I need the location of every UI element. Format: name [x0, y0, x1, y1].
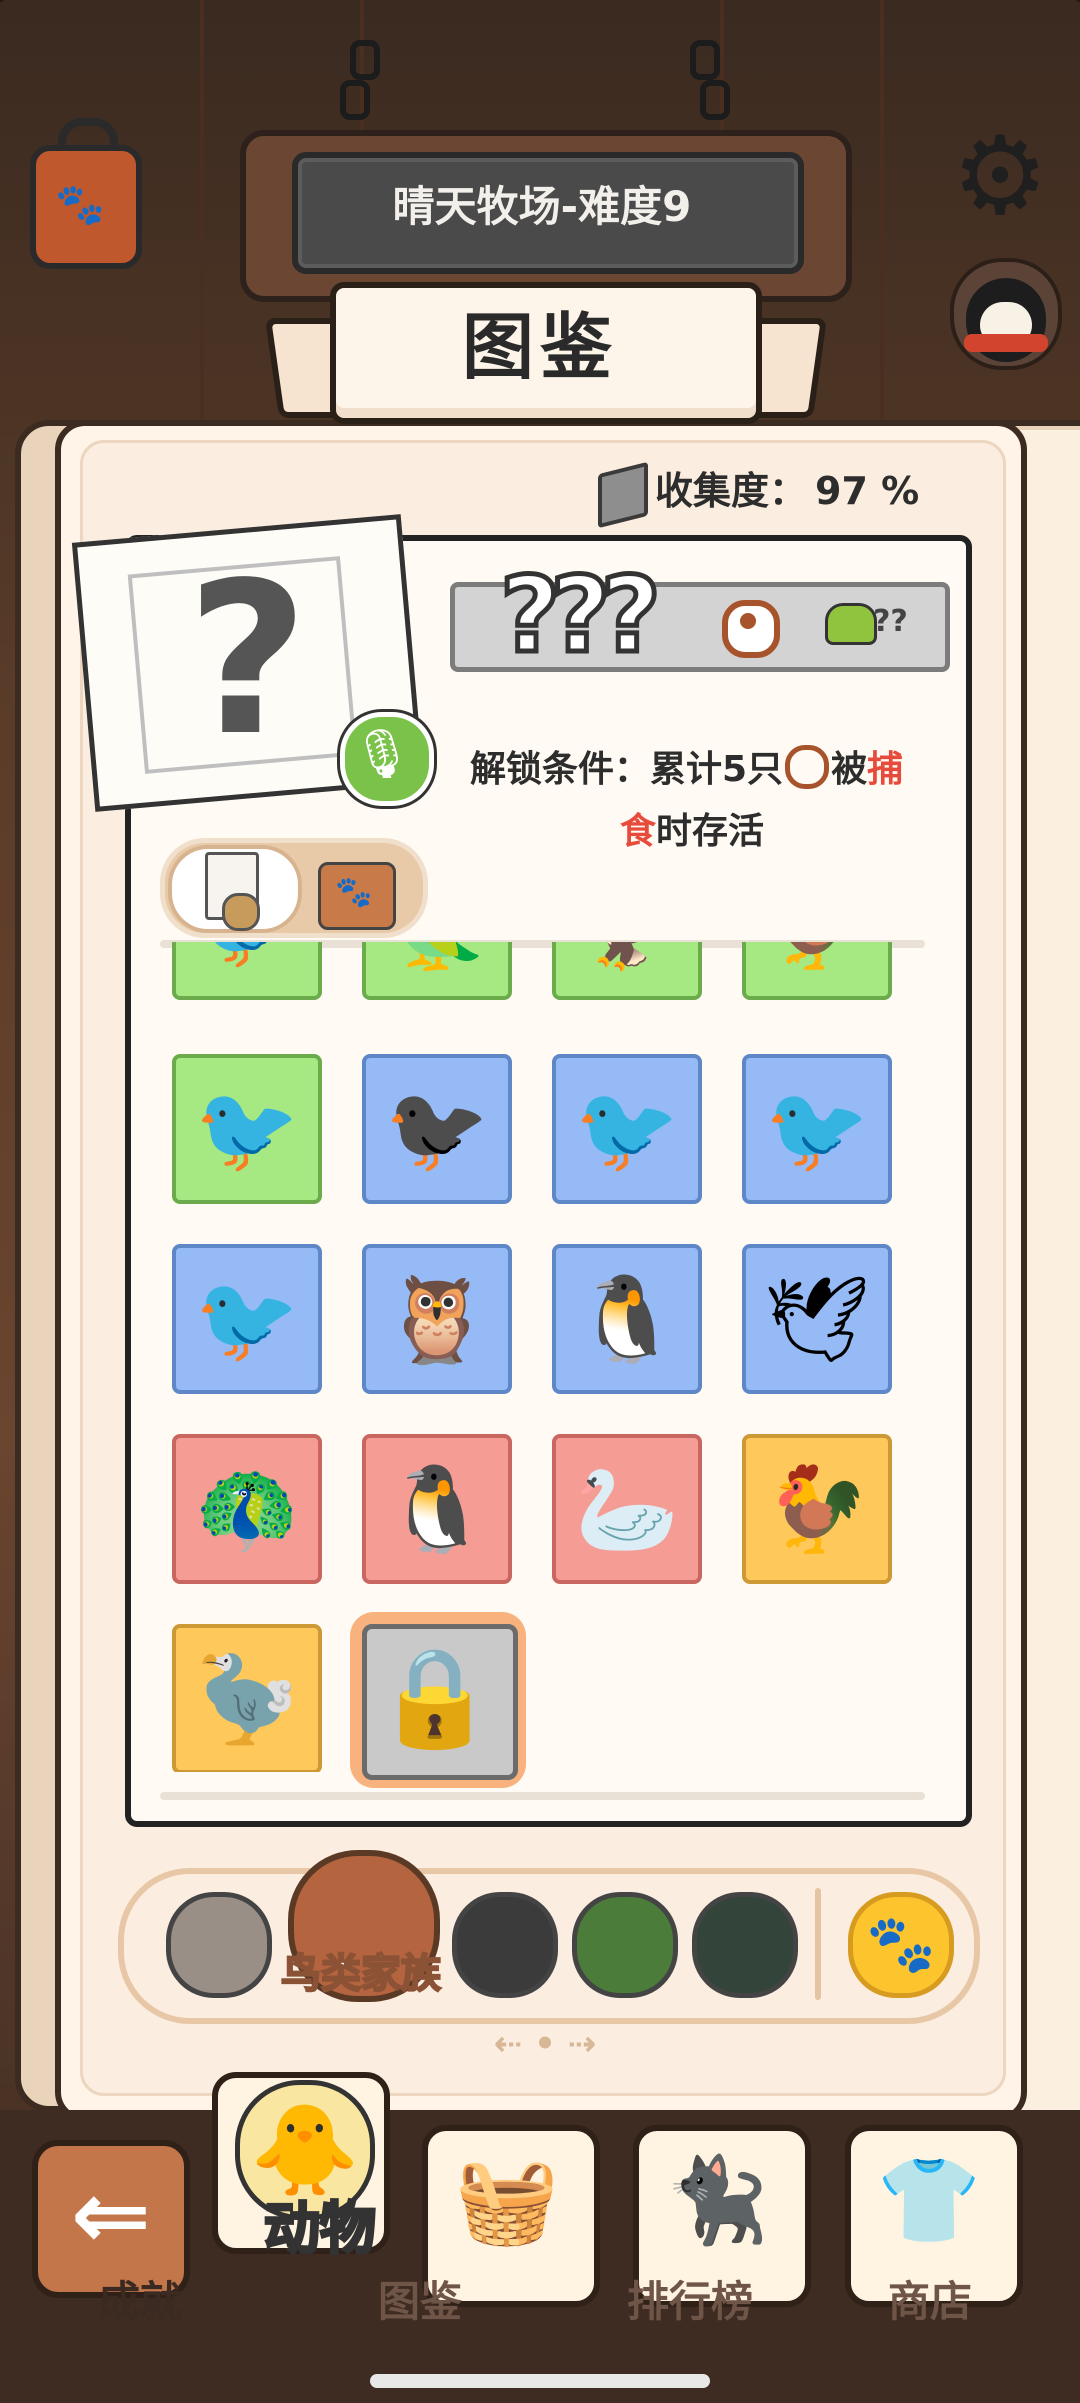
animal-cell-parrot[interactable]: 🦜	[362, 942, 512, 1000]
unlock-condition-suffix: 时存活	[656, 811, 765, 852]
chain-link	[350, 40, 380, 80]
animal-cell-pelican[interactable]: 🦢	[552, 1434, 702, 1584]
gear-icon[interactable]: ⚙	[948, 123, 1052, 231]
nav-animals-label: 动物	[263, 2197, 378, 2262]
pelican-icon: 🦢	[574, 1460, 680, 1558]
chain-link	[690, 40, 720, 80]
snowy-owl-icon: 🕊	[763, 1270, 871, 1368]
egg-icon-dot	[740, 613, 756, 629]
blue-phoenix-icon: 🦤	[194, 1650, 300, 1748]
animal-cell-baby-penguin[interactable]: 🐧	[552, 1244, 702, 1394]
animal-name: ???	[498, 554, 664, 676]
egg-icon	[785, 745, 830, 789]
animal-cell-penguin[interactable]: 🐧	[362, 1434, 512, 1584]
microphone-icon[interactable]: 🎙	[340, 712, 424, 796]
baby-penguin-icon: 🐧	[574, 1270, 680, 1368]
category-separator	[815, 1888, 821, 2000]
paw-icon: 🐾	[335, 875, 373, 910]
fire-rooster-icon: 🐓	[764, 1460, 870, 1558]
animal-cell-rooster[interactable]: 🐓	[742, 942, 892, 1000]
unlock-condition-highlight: 捕	[867, 749, 904, 790]
basket-icon: 🧺	[454, 2151, 560, 2249]
animal-cell-ostrich[interactable]: 🐦	[172, 1244, 322, 1394]
eagle-icon: 🦅	[556, 942, 698, 996]
avatar[interactable]	[950, 258, 1062, 370]
rooster-icon: 🐓	[746, 942, 888, 996]
animal-cell-grey-bird[interactable]: 🐦	[172, 942, 322, 1000]
collection-label: 收集度：	[655, 469, 808, 513]
food-count: ??	[873, 604, 908, 639]
category-paw-icon[interactable]: 🐾	[848, 1892, 954, 1998]
chain-link	[700, 80, 730, 120]
home-indicator[interactable]	[370, 2374, 710, 2388]
unlock-condition: 解锁条件：累计5只 被捕	[470, 740, 903, 800]
penguin-scarf	[964, 334, 1048, 352]
medal-icon	[222, 893, 260, 931]
egg-icon	[722, 600, 780, 658]
collection-value: 97 %	[815, 469, 920, 513]
animal-cell-magpie[interactable]: 🐦‍⬛	[362, 1054, 512, 1204]
unlock-condition-prefix: 解锁条件：累计5只	[470, 749, 784, 790]
nav-achievements-label[interactable]: 成就	[60, 2272, 220, 2332]
unlock-condition-mid: 被	[831, 749, 868, 790]
category-active-label: 鸟类家族	[280, 1950, 442, 1998]
chain-link	[340, 80, 370, 120]
wall-plank	[880, 0, 884, 460]
magpie-icon: 🐦‍⬛	[384, 1080, 490, 1178]
puffin-icon: 🐦	[194, 1080, 300, 1178]
unlock-condition-highlight: 食	[620, 811, 657, 852]
farm-title: 晴天牧场-难度9	[392, 182, 692, 231]
banner-title: 图鉴	[461, 305, 618, 389]
owl-icon: 🦉	[384, 1270, 490, 1368]
nav-ranking-label: 排行榜	[626, 2277, 753, 2326]
category-shark-icon[interactable]	[452, 1892, 558, 1998]
animal-cell-blue-phoenix[interactable]: 🦤	[172, 1624, 322, 1772]
animal-cell-snowy-owl[interactable]: 🕊	[742, 1244, 892, 1394]
penguin-icon: 🐧	[384, 1460, 490, 1558]
unknown-animal-question-mark: ?	[186, 537, 309, 782]
unlock-condition-line2: 食时存活	[620, 802, 764, 862]
animal-cell-toucan[interactable]: 🐦	[742, 1054, 892, 1204]
animal-cell-peacock[interactable]: 🦚	[172, 1434, 322, 1584]
parrot-icon: 🦜	[366, 942, 508, 996]
nav-collection-label: 图鉴	[377, 2277, 462, 2326]
animal-grid: 🐦 🦜 🦅 🐓 🐦 🐦‍⬛ 🐦 🐦 🐦 🦉 🐧 🕊 🦚 🐧 🦢 🐓 🦤	[160, 942, 930, 1772]
wall-plank	[200, 0, 204, 460]
hornbill-icon: 🐦	[574, 1080, 680, 1178]
animal-cell-hornbill[interactable]: 🐦	[552, 1054, 702, 1204]
paw-icon: 🐾	[55, 182, 105, 228]
lock-icon: 🔒	[375, 1641, 495, 1753]
cat-icon: 🐈‍⬛	[664, 2151, 770, 2249]
nav-shop-label: 商店	[887, 2277, 972, 2326]
animal-cell-puffin[interactable]: 🐦	[172, 1054, 322, 1204]
animal-cell-owl[interactable]: 🦉	[362, 1244, 512, 1394]
ostrich-icon: 🐦	[194, 1270, 300, 1368]
animal-cell-fire-rooster[interactable]: 🐓	[742, 1434, 892, 1584]
category-turtle-icon[interactable]	[692, 1892, 798, 1998]
toucan-icon: 🐦	[764, 1080, 870, 1178]
food-icon	[825, 603, 877, 645]
peacock-icon: 🦚	[194, 1460, 300, 1558]
page-indicator: ⇠ • ⇢	[493, 2024, 597, 2064]
shirt-icon: 👕	[876, 2151, 982, 2249]
category-frog-icon[interactable]	[572, 1892, 678, 1998]
grey-bird-icon: 🐦	[176, 942, 318, 996]
animal-cell-eagle[interactable]: 🦅	[552, 942, 702, 1000]
divider	[160, 1792, 925, 1800]
